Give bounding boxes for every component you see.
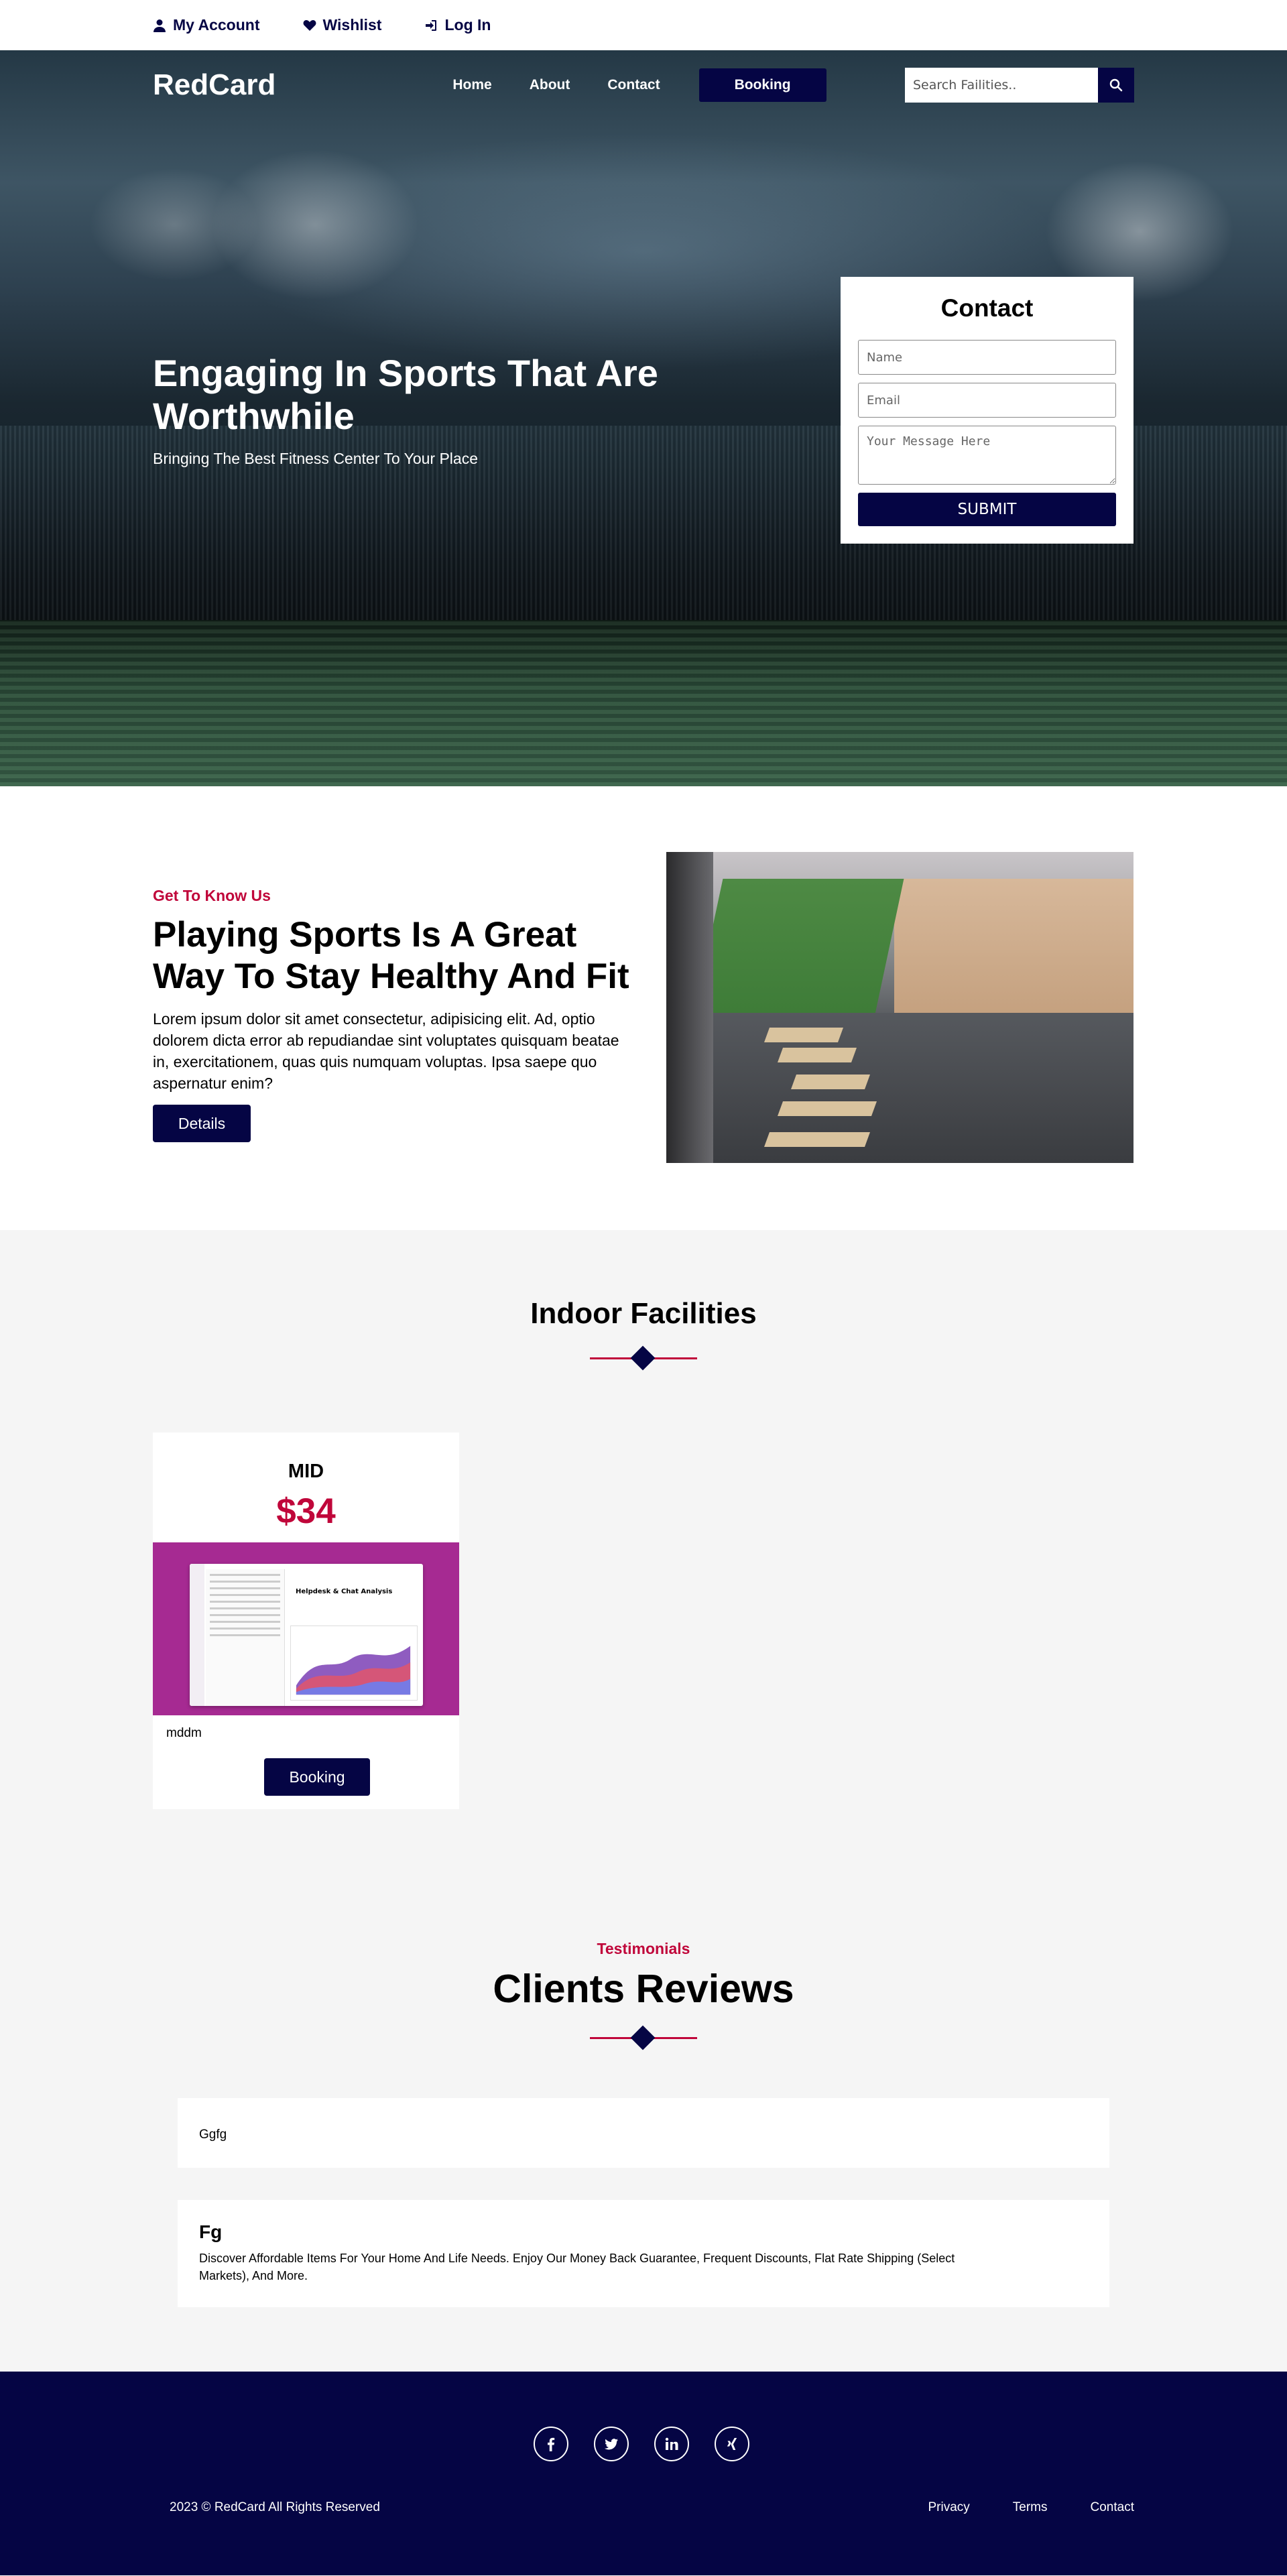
facility-name: MID	[288, 1461, 324, 1482]
gym-photo	[666, 852, 1133, 1163]
footer-link-contact[interactable]: Contact	[1091, 2500, 1134, 2515]
hero-title: Engaging In Sports That Are Worthwhile	[153, 352, 658, 437]
testimonials-title: Clients Reviews	[493, 1967, 794, 2011]
footer-link-terms[interactable]: Terms	[1013, 2500, 1048, 2515]
top-bar: My Account Wishlist Log In	[0, 0, 1287, 50]
facebook-link[interactable]	[534, 2427, 568, 2461]
facilities-title: Indoor Facilities	[530, 1297, 757, 1330]
linkedin-link[interactable]	[654, 2427, 689, 2461]
social-links	[534, 2427, 749, 2461]
review-text: Ggfg	[199, 2128, 227, 2142]
hero-subtitle: Bringing The Best Fitness Center To Your…	[153, 450, 478, 467]
about-text: Get To Know Us Playing Sports Is A Great…	[153, 786, 635, 1142]
my-account-link[interactable]: My Account	[153, 16, 260, 34]
contact-form-title: Contact	[940, 294, 1034, 322]
testimonials-eyebrow: Testimonials	[597, 1940, 690, 1957]
hero-section: RedCard Home About Contact Booking Engag…	[0, 50, 1287, 786]
review-title: Fg	[199, 2221, 223, 2242]
search-input[interactable]	[905, 68, 1098, 103]
review-card: Ggfg	[178, 2098, 1109, 2168]
facility-card: MID $34 Helpdesk & Chat Analysis mddm Bo…	[153, 1432, 459, 1809]
nav-booking-button[interactable]: Booking	[698, 68, 826, 102]
twitter-icon	[605, 2439, 618, 2450]
copyright-text: 2023 © RedCard All Rights Reserved	[170, 2500, 380, 2514]
nav-links: Home About Contact Booking	[452, 68, 826, 102]
nav-contact[interactable]: Contact	[607, 77, 660, 93]
email-field[interactable]	[858, 383, 1116, 418]
facebook-icon	[548, 2437, 555, 2451]
testimonials-section: Testimonials Clients Reviews Ggfg Fg Dis…	[0, 1874, 1287, 2372]
stadium-field-background	[0, 620, 1287, 786]
details-button[interactable]: Details	[153, 1105, 251, 1142]
section-divider	[590, 1345, 697, 1371]
diamond-icon	[630, 2025, 656, 2050]
facility-price: $34	[276, 1491, 336, 1531]
footer: 2023 © RedCard All Rights Reserved Priva…	[0, 2372, 1287, 2575]
sign-in-icon	[426, 19, 437, 31]
nav-about[interactable]: About	[530, 77, 570, 93]
footer-link-privacy[interactable]: Privacy	[928, 2500, 969, 2515]
linkedin-icon	[665, 2437, 678, 2450]
message-field[interactable]	[858, 426, 1116, 485]
submit-button[interactable]: SUBMIT	[858, 493, 1116, 526]
dashboard-screenshot: Helpdesk & Chat Analysis	[190, 1564, 423, 1706]
login-label: Log In	[444, 16, 491, 34]
diamond-icon	[630, 1345, 656, 1371]
review-text: Discover Affordable Items For Your Home …	[199, 2252, 955, 2282]
facility-image: Helpdesk & Chat Analysis	[153, 1542, 459, 1715]
search-icon	[1109, 78, 1123, 92]
user-icon	[154, 19, 166, 32]
hero-text: Engaging In Sports That Are Worthwhile B…	[153, 352, 729, 468]
contact-form-card: Contact SUBMIT	[841, 277, 1133, 544]
search-button[interactable]	[1098, 68, 1134, 103]
xing-icon	[727, 2438, 737, 2450]
facility-booking-button[interactable]: Booking	[264, 1758, 370, 1796]
name-field[interactable]	[858, 340, 1116, 375]
area-chart-graphic	[290, 1626, 418, 1701]
wishlist-link[interactable]: Wishlist	[303, 16, 382, 34]
search-form	[905, 68, 1134, 103]
dashboard-title: Helpdesk & Chat Analysis	[296, 1588, 393, 1595]
section-divider	[590, 2025, 697, 2050]
about-body: Lorem ipsum dolor sit amet consectetur, …	[153, 1010, 619, 1092]
my-account-label: My Account	[173, 16, 260, 34]
wishlist-label: Wishlist	[322, 16, 382, 34]
facilities-section: Indoor Facilities MID $34 Helpdesk & Cha…	[0, 1230, 1287, 1874]
review-card: Fg Discover Affordable Items For Your Ho…	[178, 2200, 1109, 2307]
heart-icon	[303, 19, 316, 31]
login-link[interactable]: Log In	[424, 16, 491, 34]
nav-home[interactable]: Home	[452, 77, 491, 93]
about-section: Get To Know Us Playing Sports Is A Great…	[0, 786, 1287, 1230]
xing-link[interactable]	[715, 2427, 749, 2461]
main-navbar: RedCard Home About Contact Booking	[0, 50, 1287, 120]
about-title: Playing Sports Is A Great Way To Stay He…	[153, 915, 629, 996]
twitter-link[interactable]	[594, 2427, 629, 2461]
site-logo[interactable]: RedCard	[153, 68, 275, 102]
facility-description: mddm	[166, 1726, 202, 1740]
about-eyebrow: Get To Know Us	[153, 887, 271, 904]
footer-links: Privacy Terms Contact	[928, 2500, 1134, 2515]
